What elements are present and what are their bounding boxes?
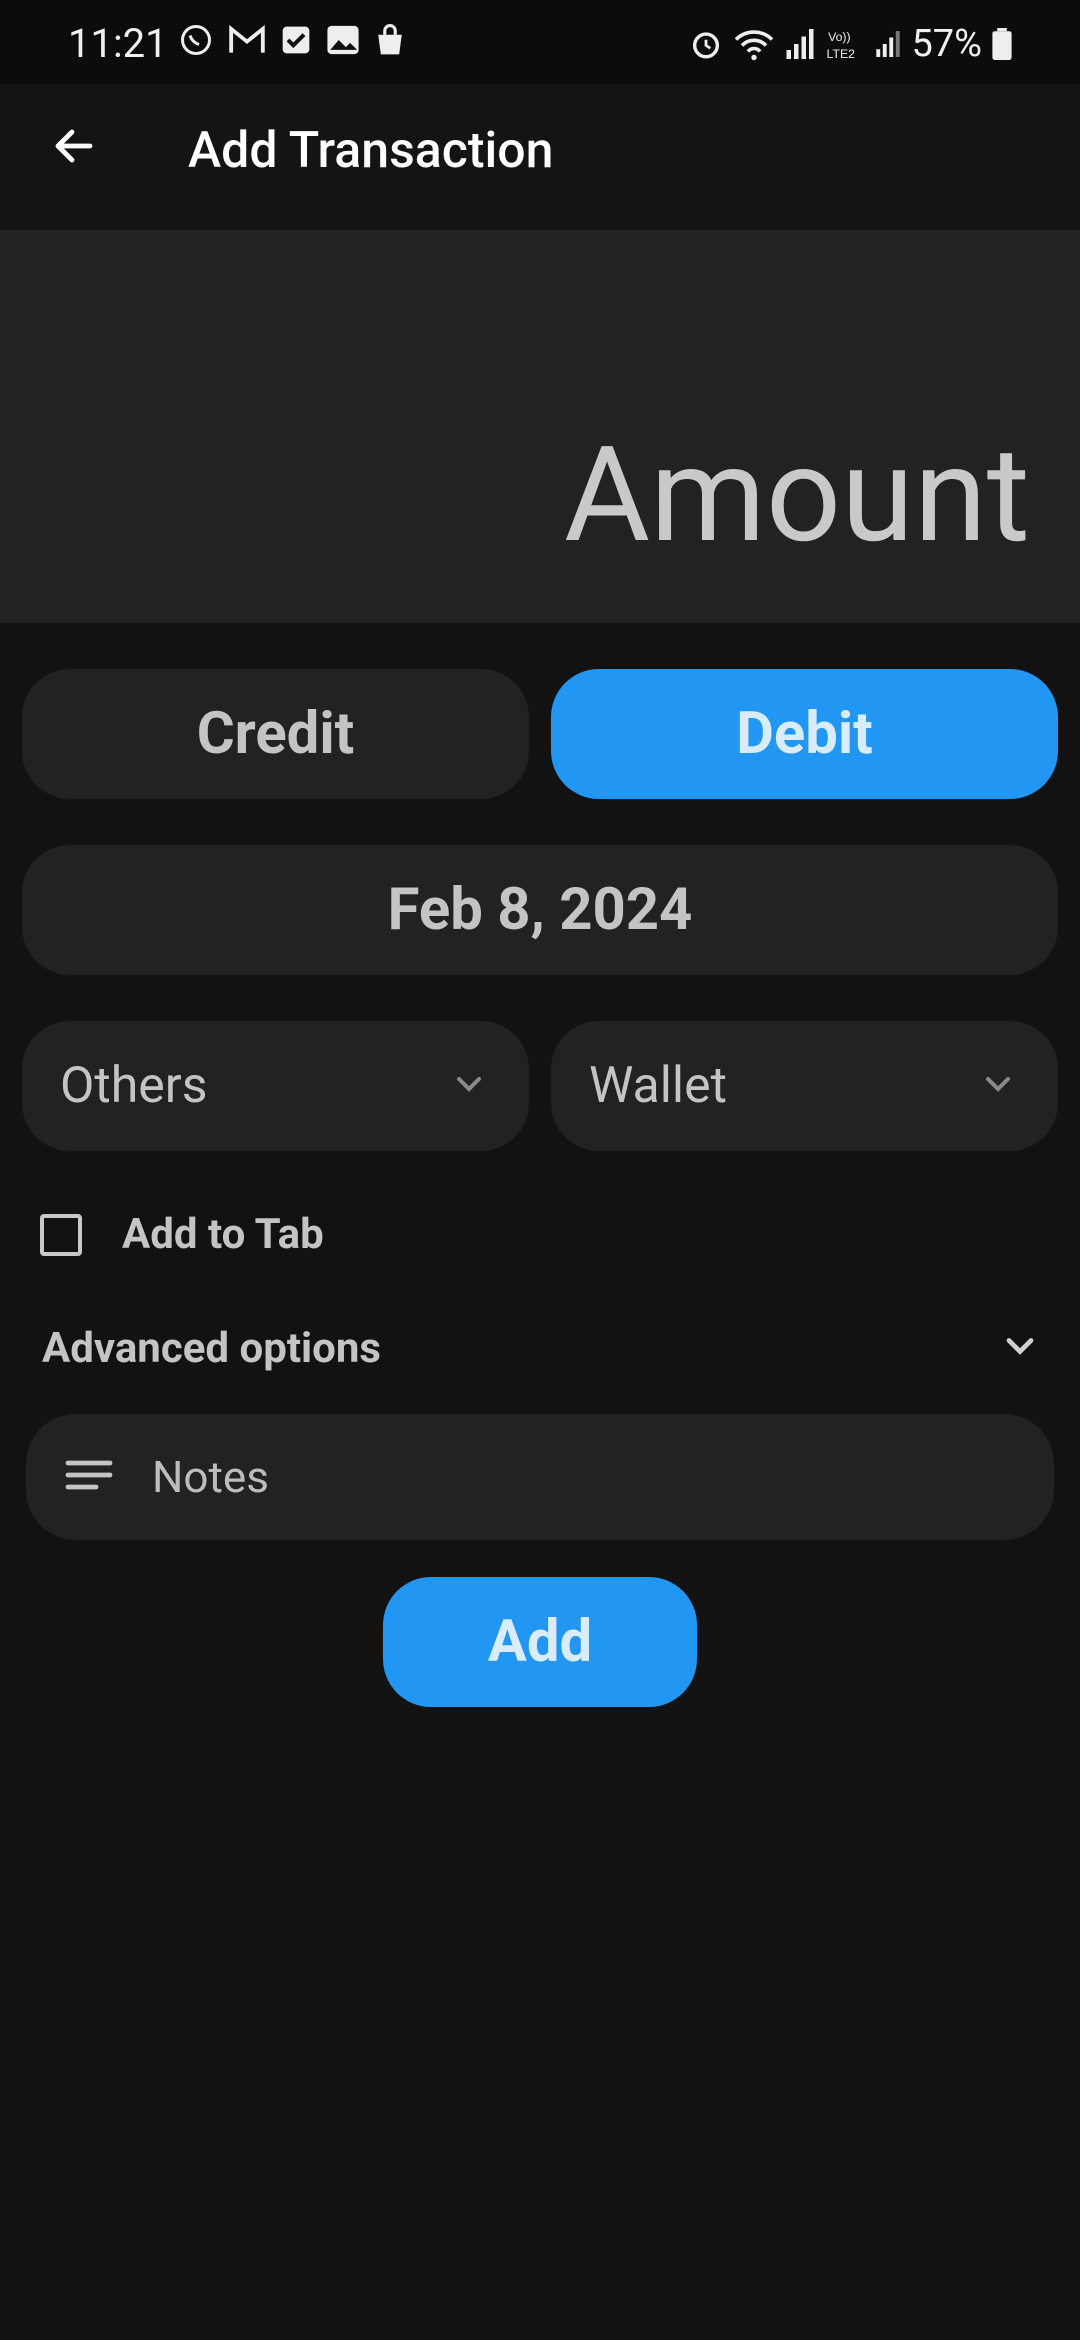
chevron-down-icon	[998, 1324, 1042, 1372]
status-bar: 11:21 Vo)) LTE2 57%	[0, 0, 1080, 84]
category-dropdown[interactable]: Others	[22, 1021, 529, 1151]
alarm-icon	[689, 27, 723, 61]
signal-icon	[785, 27, 815, 61]
page-title: Add Transaction	[188, 122, 554, 180]
notes-placeholder: Notes	[152, 1451, 269, 1503]
gallery-icon	[326, 24, 360, 56]
date-picker-button[interactable]: Feb 8, 2024	[22, 845, 1058, 975]
add-button[interactable]: Add	[383, 1577, 697, 1707]
account-dropdown[interactable]: Wallet	[551, 1021, 1058, 1151]
notes-icon	[64, 1457, 114, 1497]
add-to-tab-label: Add to Tab	[122, 1210, 324, 1259]
volte-icon: Vo)) LTE2	[825, 27, 865, 61]
amount-input[interactable]: Amount	[0, 230, 1080, 623]
advanced-options-toggle[interactable]: Advanced options	[42, 1318, 1042, 1378]
system-icons: Vo)) LTE2 57%	[689, 22, 1012, 66]
tasks-icon	[280, 24, 312, 56]
amount-placeholder: Amount	[564, 419, 1030, 573]
chevron-down-icon	[978, 1064, 1018, 1108]
notes-field[interactable]: Notes	[26, 1414, 1054, 1540]
wifi-icon	[733, 27, 775, 61]
arrow-left-icon	[50, 122, 98, 174]
gmail-icon	[228, 24, 266, 56]
debit-button[interactable]: Debit	[551, 669, 1058, 799]
chevron-down-icon	[449, 1064, 489, 1108]
add-to-tab-row[interactable]: Add to Tab	[40, 1210, 324, 1259]
whatsapp-icon	[178, 22, 214, 58]
app-bar: Add Transaction	[0, 84, 1080, 230]
back-button[interactable]	[40, 114, 108, 182]
battery-icon	[992, 28, 1012, 60]
battery-percent: 57%	[911, 22, 982, 66]
shopping-bag-icon	[374, 23, 406, 57]
add-to-tab-checkbox[interactable]	[40, 1213, 82, 1256]
svg-text:LTE2: LTE2	[827, 47, 856, 61]
category-value: Others	[60, 1057, 208, 1115]
account-value: Wallet	[589, 1057, 727, 1115]
svg-text:Vo)): Vo))	[829, 30, 852, 44]
status-time: 11:21	[68, 20, 168, 67]
credit-button[interactable]: Credit	[22, 669, 529, 799]
notification-icons	[178, 22, 406, 58]
advanced-options-label: Advanced options	[42, 1323, 381, 1373]
signal-icon	[875, 27, 901, 61]
